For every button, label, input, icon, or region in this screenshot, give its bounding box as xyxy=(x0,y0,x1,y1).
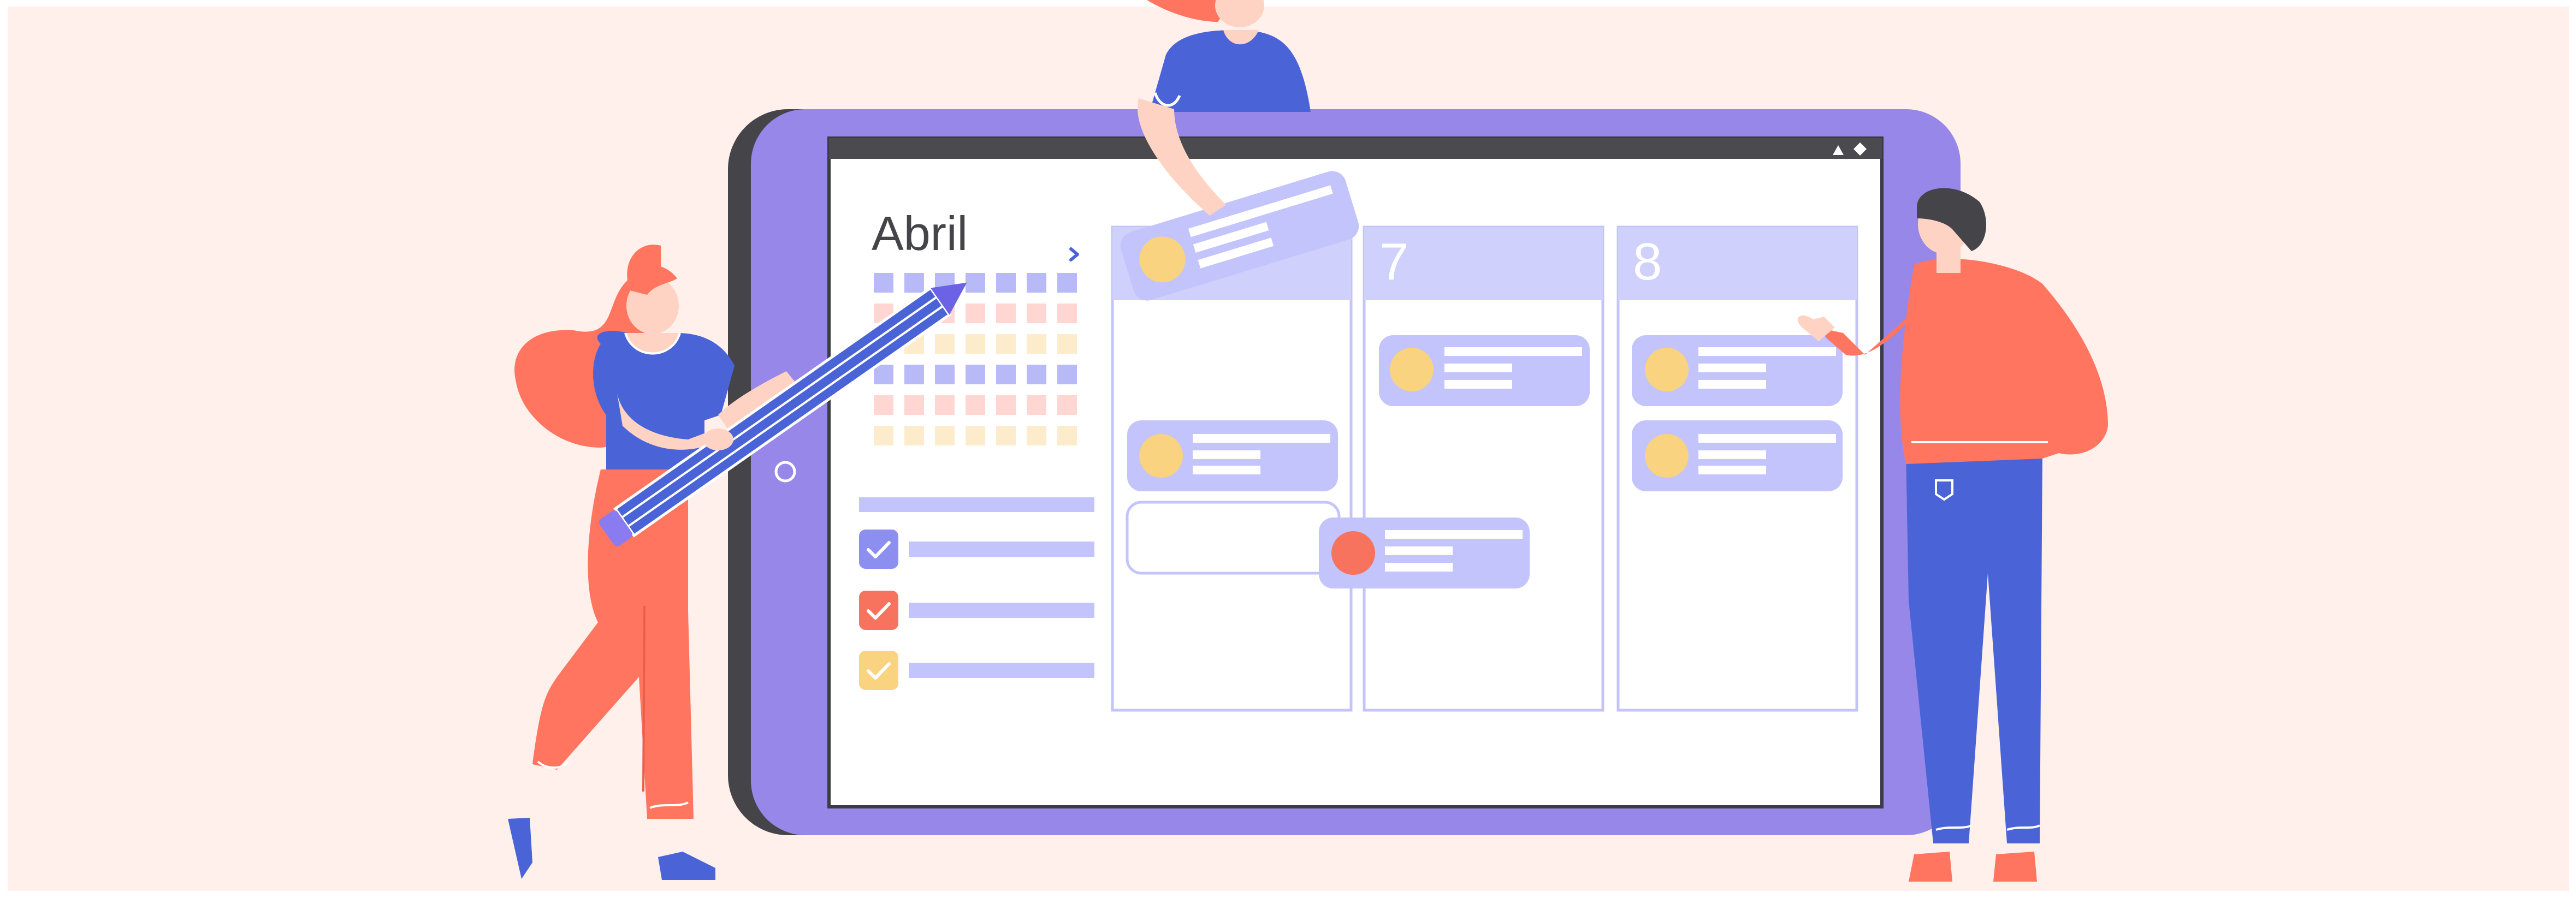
mini-calendar-day[interactable] xyxy=(935,426,955,445)
day-column: 7 xyxy=(1363,225,1604,712)
mini-calendar-day[interactable] xyxy=(1027,273,1046,293)
mini-calendar-day[interactable] xyxy=(904,273,924,293)
event-avatar xyxy=(1331,531,1375,575)
mini-calendar-day[interactable] xyxy=(904,426,924,445)
task-label-placeholder xyxy=(909,663,1094,678)
mini-calendar-day[interactable] xyxy=(1057,273,1077,293)
task-checkbox[interactable] xyxy=(859,530,898,569)
mini-calendar-day[interactable] xyxy=(996,304,1016,323)
event-avatar xyxy=(1390,348,1434,391)
mini-calendar-day[interactable] xyxy=(874,365,893,384)
event-card[interactable] xyxy=(1632,420,1843,491)
event-avatar xyxy=(1139,434,1183,478)
mini-calendar-day[interactable] xyxy=(874,273,893,293)
mini-calendar-day[interactable] xyxy=(996,334,1016,354)
event-card-dragging[interactable] xyxy=(1319,518,1530,588)
mini-calendar-day[interactable] xyxy=(1057,334,1077,354)
mini-calendar-day[interactable] xyxy=(996,273,1016,293)
task-checkbox[interactable] xyxy=(859,591,898,630)
mini-calendar-day[interactable] xyxy=(966,334,985,354)
mini-calendar-day[interactable] xyxy=(1027,304,1046,323)
mini-calendar-day[interactable] xyxy=(1057,395,1077,415)
event-card[interactable] xyxy=(1632,335,1843,406)
mini-calendar-day[interactable] xyxy=(1027,365,1046,384)
mini-calendar-day[interactable] xyxy=(904,395,924,415)
event-avatar xyxy=(1645,434,1689,478)
screen-status-bar xyxy=(829,138,1882,159)
mini-calendar-day[interactable] xyxy=(966,273,985,293)
shoe xyxy=(1909,852,1952,882)
mini-calendar-day[interactable] xyxy=(1057,426,1077,445)
mini-calendar-day[interactable] xyxy=(935,395,955,415)
event-avatar xyxy=(1645,348,1689,391)
mini-calendar-day[interactable] xyxy=(1057,365,1077,384)
mini-calendar-day[interactable] xyxy=(966,395,985,415)
mini-calendar-day[interactable] xyxy=(966,304,985,323)
mini-calendar-day[interactable] xyxy=(1027,395,1046,415)
mini-calendar-day[interactable] xyxy=(966,426,985,445)
empty-event-slot[interactable] xyxy=(1126,501,1341,575)
mini-calendar-day[interactable] xyxy=(1057,304,1077,323)
event-card[interactable] xyxy=(1127,420,1338,491)
mini-calendar-day[interactable] xyxy=(935,334,955,354)
task-label-placeholder xyxy=(909,603,1094,618)
task-label-placeholder xyxy=(909,542,1094,557)
shoe xyxy=(1993,852,2037,882)
mini-calendar-day[interactable] xyxy=(874,426,893,445)
month-label: Abril xyxy=(872,206,968,260)
day-number: 8 xyxy=(1633,233,1662,291)
mini-calendar-day[interactable] xyxy=(1027,426,1046,445)
mini-calendar-day[interactable] xyxy=(935,365,955,384)
illustration: Abril 7 8 xyxy=(0,0,2576,898)
task-list-header-bar xyxy=(859,497,1094,512)
event-card[interactable] xyxy=(1379,335,1590,406)
mini-calendar-day[interactable] xyxy=(996,395,1016,415)
mini-calendar-day[interactable] xyxy=(996,365,1016,384)
mini-calendar-day[interactable] xyxy=(874,395,893,415)
mini-calendar-day[interactable] xyxy=(996,426,1016,445)
day-number: 7 xyxy=(1379,233,1408,291)
task-checkbox[interactable] xyxy=(859,651,898,690)
mini-calendar-day[interactable] xyxy=(904,365,924,384)
mini-calendar-day[interactable] xyxy=(966,365,985,384)
mini-calendar-day[interactable] xyxy=(1027,334,1046,354)
task-items xyxy=(859,530,1094,690)
